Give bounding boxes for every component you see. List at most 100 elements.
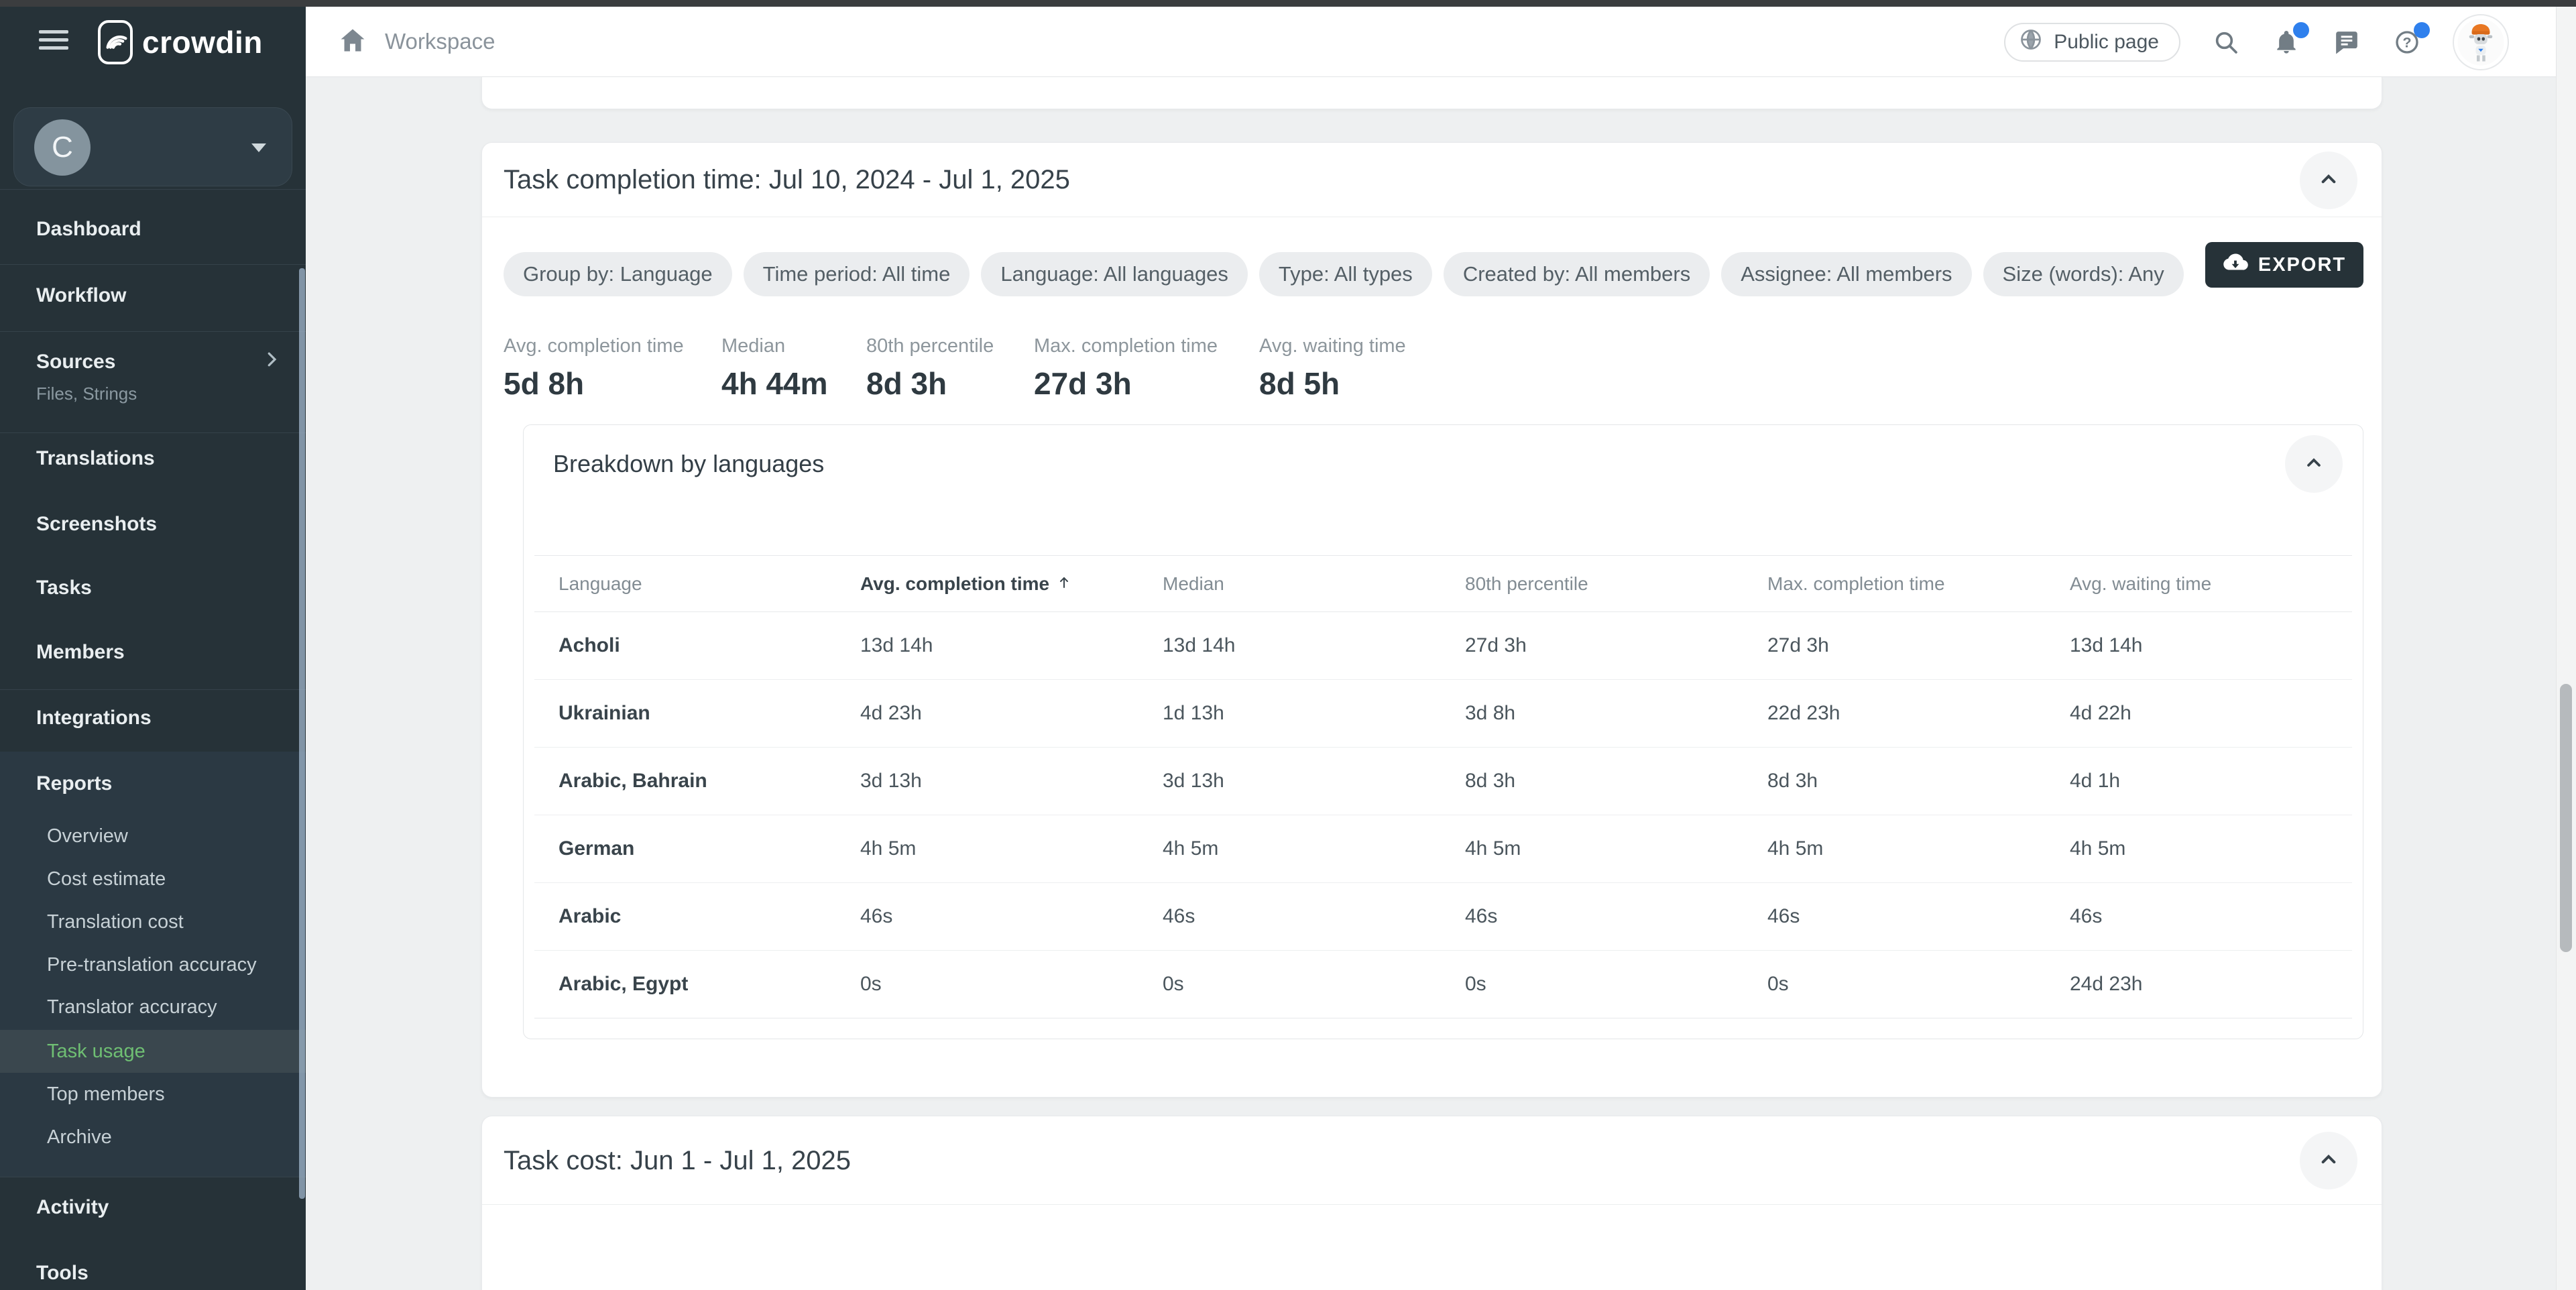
sidebar-item-pre-translation-accuracy[interactable]: Pre-translation accuracy	[0, 943, 306, 986]
sidebar-subitem-label: Translation cost	[47, 911, 184, 933]
filter-chip-created-by[interactable]: Created by: All members	[1444, 252, 1710, 296]
sidebar-scrollbar[interactable]	[299, 268, 305, 1199]
search-icon[interactable]	[2211, 27, 2241, 57]
table-cell: 46s	[1163, 905, 1465, 928]
column-label: Avg. waiting time	[2070, 573, 2211, 595]
table-row[interactable]: German 4h 5m 4h 5m 4h 5m 4h 5m 4h 5m	[534, 815, 2352, 883]
table-cell: Ukrainian	[559, 702, 860, 725]
help-badge	[2414, 22, 2430, 38]
filter-chip-time-period[interactable]: Time period: All time	[744, 252, 970, 296]
notifications-bell-icon[interactable]	[2272, 27, 2301, 57]
divider	[0, 189, 306, 190]
table-header-row: Language Avg. completion time Median 80t…	[534, 555, 2352, 612]
table-row[interactable]: Ukrainian 4d 23h 1d 13h 3d 8h 22d 23h 4d…	[534, 680, 2352, 748]
sidebar-item-dashboard[interactable]: Dashboard	[0, 197, 306, 261]
table-row[interactable]: Acholi 13d 14h 13d 14h 27d 3h 27d 3h 13d…	[534, 612, 2352, 680]
table-cell: Arabic	[559, 905, 860, 928]
sidebar-item-label: Reports	[36, 772, 112, 795]
chevron-down-icon	[251, 143, 266, 152]
hamburger-menu-icon[interactable]	[39, 26, 68, 53]
sidebar-item-activity[interactable]: Activity	[0, 1175, 306, 1240]
stat-avg-completion-time: Avg. completion time 5d 8h	[504, 335, 684, 402]
stat-value: 5d 8h	[504, 365, 684, 402]
sidebar-item-archive[interactable]: Archive	[0, 1116, 306, 1159]
chevron-up-icon	[2315, 166, 2342, 196]
sidebar-item-label: Dashboard	[36, 218, 141, 241]
project-selector[interactable]: C	[13, 107, 292, 186]
main-content: Task completion time: Jul 10, 2024 - Jul…	[306, 77, 2556, 1290]
cloud-download-icon	[2223, 249, 2248, 280]
table-cell: 0s	[1465, 973, 1767, 996]
home-icon[interactable]	[338, 25, 367, 55]
table-row[interactable]: Arabic, Egypt 0s 0s 0s 0s 24d 23h	[534, 951, 2352, 1018]
table-cell: 4d 1h	[2070, 770, 2352, 793]
sidebar-item-reports[interactable]: Reports	[0, 752, 306, 816]
filter-chip-group-by[interactable]: Group by: Language	[504, 252, 732, 296]
sidebar-item-tasks[interactable]: Tasks	[0, 556, 306, 620]
sidebar-subitem-label: Task usage	[47, 1041, 145, 1063]
stat-label: Median	[721, 335, 828, 357]
sidebar-item-workflow[interactable]: Workflow	[0, 263, 306, 328]
filters-row: Group by: Language Time period: All time…	[504, 252, 2184, 296]
column-label: Max. completion time	[1767, 573, 1945, 595]
filter-chip-size[interactable]: Size (words): Any	[1983, 252, 2184, 296]
filter-chip-language[interactable]: Language: All languages	[981, 252, 1248, 296]
stat-label: Avg. completion time	[504, 335, 684, 357]
filter-chip-type[interactable]: Type: All types	[1259, 252, 1432, 296]
stat-value: 27d 3h	[1034, 365, 1218, 402]
sidebar: crowdin C Dashboard Workflow Sources Fil…	[0, 7, 306, 1290]
column-header-language[interactable]: Language	[559, 573, 860, 595]
stat-max-completion-time: Max. completion time 27d 3h	[1034, 335, 1218, 402]
globe-icon	[2019, 27, 2043, 57]
export-button[interactable]: EXPORT	[2205, 242, 2363, 288]
sidebar-item-label: Integrations	[36, 707, 152, 729]
collapse-section-button[interactable]	[2300, 152, 2357, 209]
task-completion-card: Task completion time: Jul 10, 2024 - Jul…	[481, 142, 2382, 1098]
table-cell: 0s	[1163, 973, 1465, 996]
sort-asc-icon	[1056, 573, 1072, 595]
sidebar-item-screenshots[interactable]: Screenshots	[0, 492, 306, 556]
sidebar-item-label: Tasks	[36, 577, 92, 599]
sidebar-item-overview[interactable]: Overview	[0, 815, 306, 858]
public-page-button[interactable]: Public page	[2004, 23, 2180, 62]
table-cell: 4h 5m	[1465, 837, 1767, 860]
sidebar-item-translator-accuracy[interactable]: Translator accuracy	[0, 986, 306, 1029]
table-body: Acholi 13d 14h 13d 14h 27d 3h 27d 3h 13d…	[534, 612, 2352, 1018]
table-cell: 46s	[860, 905, 1163, 928]
sidebar-item-tools[interactable]: Tools	[0, 1241, 306, 1290]
sources-sublabel: Files, Strings	[36, 384, 137, 404]
column-label: 80th percentile	[1465, 573, 1588, 595]
sidebar-subitem-label: Cost estimate	[47, 868, 166, 890]
table-cell: 8d 3h	[1767, 770, 2070, 793]
sidebar-item-translations[interactable]: Translations	[0, 426, 306, 491]
column-header-avg-waiting-time[interactable]: Avg. waiting time	[2070, 573, 2352, 595]
table-cell: Arabic, Bahrain	[559, 770, 860, 793]
breadcrumb[interactable]: Workspace	[385, 29, 495, 54]
table-row[interactable]: Arabic, Bahrain 3d 13h 3d 13h 8d 3h 8d 3…	[534, 748, 2352, 815]
window-top-strip	[0, 0, 2576, 7]
collapse-breakdown-button[interactable]	[2285, 435, 2343, 493]
sidebar-subitem-label: Pre-translation accuracy	[47, 954, 257, 976]
table-cell: 4d 23h	[860, 702, 1163, 725]
table-row[interactable]: Arabic 46s 46s 46s 46s 46s	[534, 883, 2352, 951]
sidebar-item-translation-cost[interactable]: Translation cost	[0, 900, 306, 943]
column-header-max-completion-time[interactable]: Max. completion time	[1767, 573, 2070, 595]
sidebar-item-integrations[interactable]: Integrations	[0, 686, 306, 750]
table-cell: 13d 14h	[1163, 634, 1465, 657]
column-header-median[interactable]: Median	[1163, 573, 1465, 595]
sidebar-item-task-usage[interactable]: Task usage	[0, 1030, 306, 1073]
collapse-section-button[interactable]	[2300, 1132, 2357, 1189]
sidebar-item-cost-estimate[interactable]: Cost estimate	[0, 858, 306, 900]
messages-icon[interactable]	[2332, 27, 2361, 57]
sidebar-item-members[interactable]: Members	[0, 620, 306, 685]
sidebar-item-top-members[interactable]: Top members	[0, 1073, 306, 1116]
previous-card-bottom	[481, 77, 2382, 109]
filter-chip-assignee[interactable]: Assignee: All members	[1721, 252, 1971, 296]
column-header-avg-completion-time[interactable]: Avg. completion time	[860, 573, 1163, 595]
help-icon[interactable]: ?	[2392, 27, 2422, 57]
user-avatar[interactable]	[2453, 14, 2509, 70]
column-header-80th-percentile[interactable]: 80th percentile	[1465, 573, 1767, 595]
table-cell: 0s	[1767, 973, 2070, 996]
crowdin-logo[interactable]: crowdin	[98, 17, 263, 67]
page-scrollbar-thumb[interactable]	[2560, 684, 2572, 952]
